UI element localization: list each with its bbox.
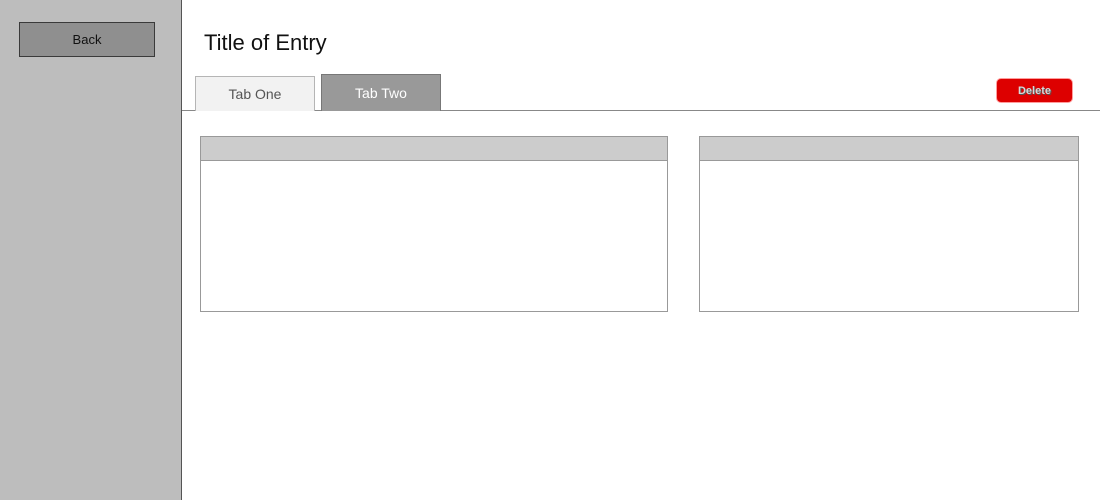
panel-left-header <box>201 137 667 161</box>
page-title: Title of Entry <box>204 30 327 55</box>
panel-left <box>200 136 668 312</box>
app-window: Back Title of Entry Tab One Tab Two Dele… <box>0 0 1100 500</box>
panel-right-body <box>700 161 1078 311</box>
delete-button[interactable]: Delete <box>996 78 1073 103</box>
tab-one[interactable]: Tab One <box>195 76 315 111</box>
back-button[interactable]: Back <box>19 22 155 57</box>
panel-right <box>699 136 1079 312</box>
panel-right-header <box>700 137 1078 161</box>
sidebar: Back <box>0 0 182 500</box>
tab-two[interactable]: Tab Two <box>321 74 441 111</box>
main-content: Title of Entry Tab One Tab Two Delete <box>182 0 1100 500</box>
panel-left-body <box>201 161 667 311</box>
tab-bar-divider <box>182 110 1100 111</box>
